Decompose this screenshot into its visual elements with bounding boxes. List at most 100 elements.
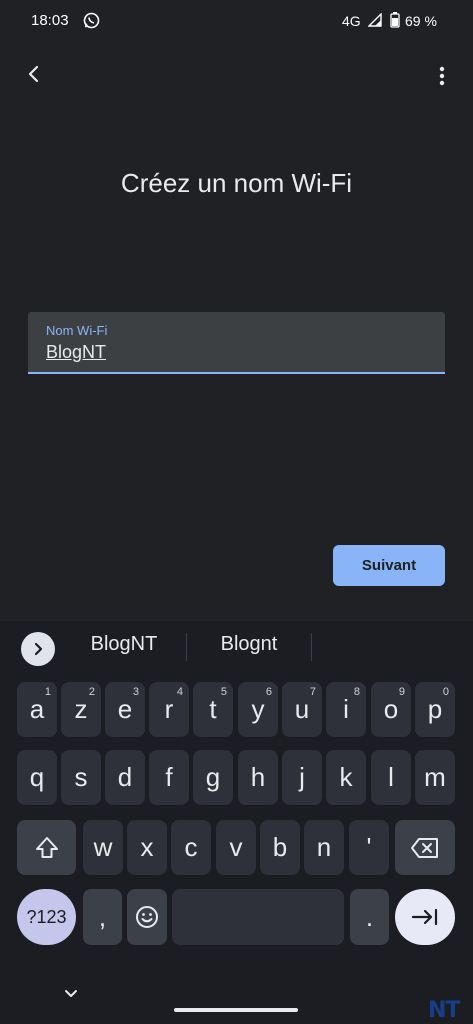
key-s[interactable]: s [61,750,101,805]
wifi-name-label: Nom Wi-Fi [46,323,108,338]
space-key[interactable] [172,889,344,945]
key-char: g [205,762,221,792]
chevron-down-icon [65,990,77,997]
key-char: j [299,762,305,792]
key-e[interactable]: e3 [105,682,145,737]
key-m[interactable]: m [415,750,455,805]
key-number: 2 [88,686,95,698]
key-number: 8 [353,686,360,698]
key-char: d [117,762,133,792]
key-apostrophe[interactable]: ' [349,820,389,875]
key-a[interactable]: a1 [17,682,57,737]
key-b[interactable]: b [260,820,300,875]
key-number: 0 [442,686,449,698]
key-d[interactable]: d [105,750,145,805]
key-number: 4 [176,686,183,698]
whatsapp-icon [83,12,100,29]
key-char: m [424,762,446,792]
shift-icon [35,836,58,858]
key-l[interactable]: l [371,750,411,805]
key-char: n [316,832,332,862]
backspace-icon [411,837,438,858]
key-char: p [427,694,443,724]
key-r[interactable]: r4 [149,682,189,737]
emoji-icon [136,906,158,928]
key-o[interactable]: o9 [371,682,411,737]
wifi-name-field[interactable]: Nom Wi-Fi BlogNT [28,312,445,374]
key-u[interactable]: u7 [282,682,322,737]
key-v[interactable]: v [216,820,256,875]
watermark-logo: NT [428,998,460,1023]
key-char: c [184,832,198,862]
key-number: 5 [220,686,227,698]
network-type: 4G [342,13,361,29]
shift-key[interactable] [17,820,76,875]
key-char: z [74,694,88,724]
hide-keyboard-button[interactable] [62,987,80,1001]
key-k[interactable]: k [326,750,366,805]
key-char: w [93,832,113,862]
page-title: Créez un nom Wi-Fi [120,168,353,198]
suggestion-1[interactable]: BlogNT [78,633,170,656]
key-char: t [209,694,217,724]
battery-icon [390,12,400,33]
key-x[interactable]: x [127,820,167,875]
key-number: 9 [398,686,405,698]
signal-icon [367,12,382,32]
key-char: v [229,832,243,862]
arrow-back-icon[interactable] [22,62,46,86]
key-char: q [29,762,45,792]
symbols-key[interactable]: ?123 [17,889,76,945]
key-t[interactable]: t5 [193,682,233,737]
next-field-key[interactable] [395,889,455,945]
key-char: r [164,694,174,724]
key-char: b [272,832,288,862]
key-char: . [365,901,374,932]
key-i[interactable]: i8 [326,682,366,737]
key-p[interactable]: p0 [415,682,455,737]
key-char: h [250,762,266,792]
suggestion-divider [311,633,312,661]
backspace-key[interactable] [395,820,455,875]
tab-arrow-icon [411,908,438,926]
key-char: , [98,901,107,932]
key-char: f [165,762,173,792]
key-char: s [74,762,88,792]
key-w[interactable]: w [83,820,123,875]
status-bar: 18:03 4G 69 % [0,0,473,44]
battery-percent: 69 % [405,13,437,29]
key-number: 7 [309,686,316,698]
wifi-name-input[interactable]: BlogNT [46,342,106,363]
key-char: y [251,694,265,724]
status-time: 18:03 [31,12,69,29]
period-key[interactable]: . [350,889,389,945]
home-gesture-bar[interactable] [174,1008,298,1012]
key-number: 3 [132,686,139,698]
key-number: 1 [44,686,51,698]
key-j[interactable]: j [282,750,322,805]
key-char: ' [366,832,372,862]
key-g[interactable]: g [193,750,233,805]
key-number: 6 [265,686,272,698]
key-q[interactable]: q [17,750,57,805]
chevron-right-icon [34,642,43,656]
key-char: o [383,694,399,724]
suggestions-expand-button[interactable] [21,632,55,666]
key-char: x [140,832,154,862]
emoji-key[interactable] [127,889,167,945]
comma-key[interactable]: , [83,889,122,945]
more-vert-icon[interactable] [432,64,452,88]
key-char: i [343,694,349,724]
key-f[interactable]: f [149,750,189,805]
key-c[interactable]: c [171,820,211,875]
key-char: e [117,694,133,724]
key-char: l [388,762,394,792]
key-char: a [29,694,45,724]
key-n[interactable]: n [304,820,344,875]
key-z[interactable]: z2 [61,682,101,737]
suggestion-2[interactable]: Blognt [203,633,295,656]
next-button[interactable]: Suivant [333,545,445,586]
key-h[interactable]: h [238,750,278,805]
key-char: k [339,762,353,792]
key-y[interactable]: y6 [238,682,278,737]
